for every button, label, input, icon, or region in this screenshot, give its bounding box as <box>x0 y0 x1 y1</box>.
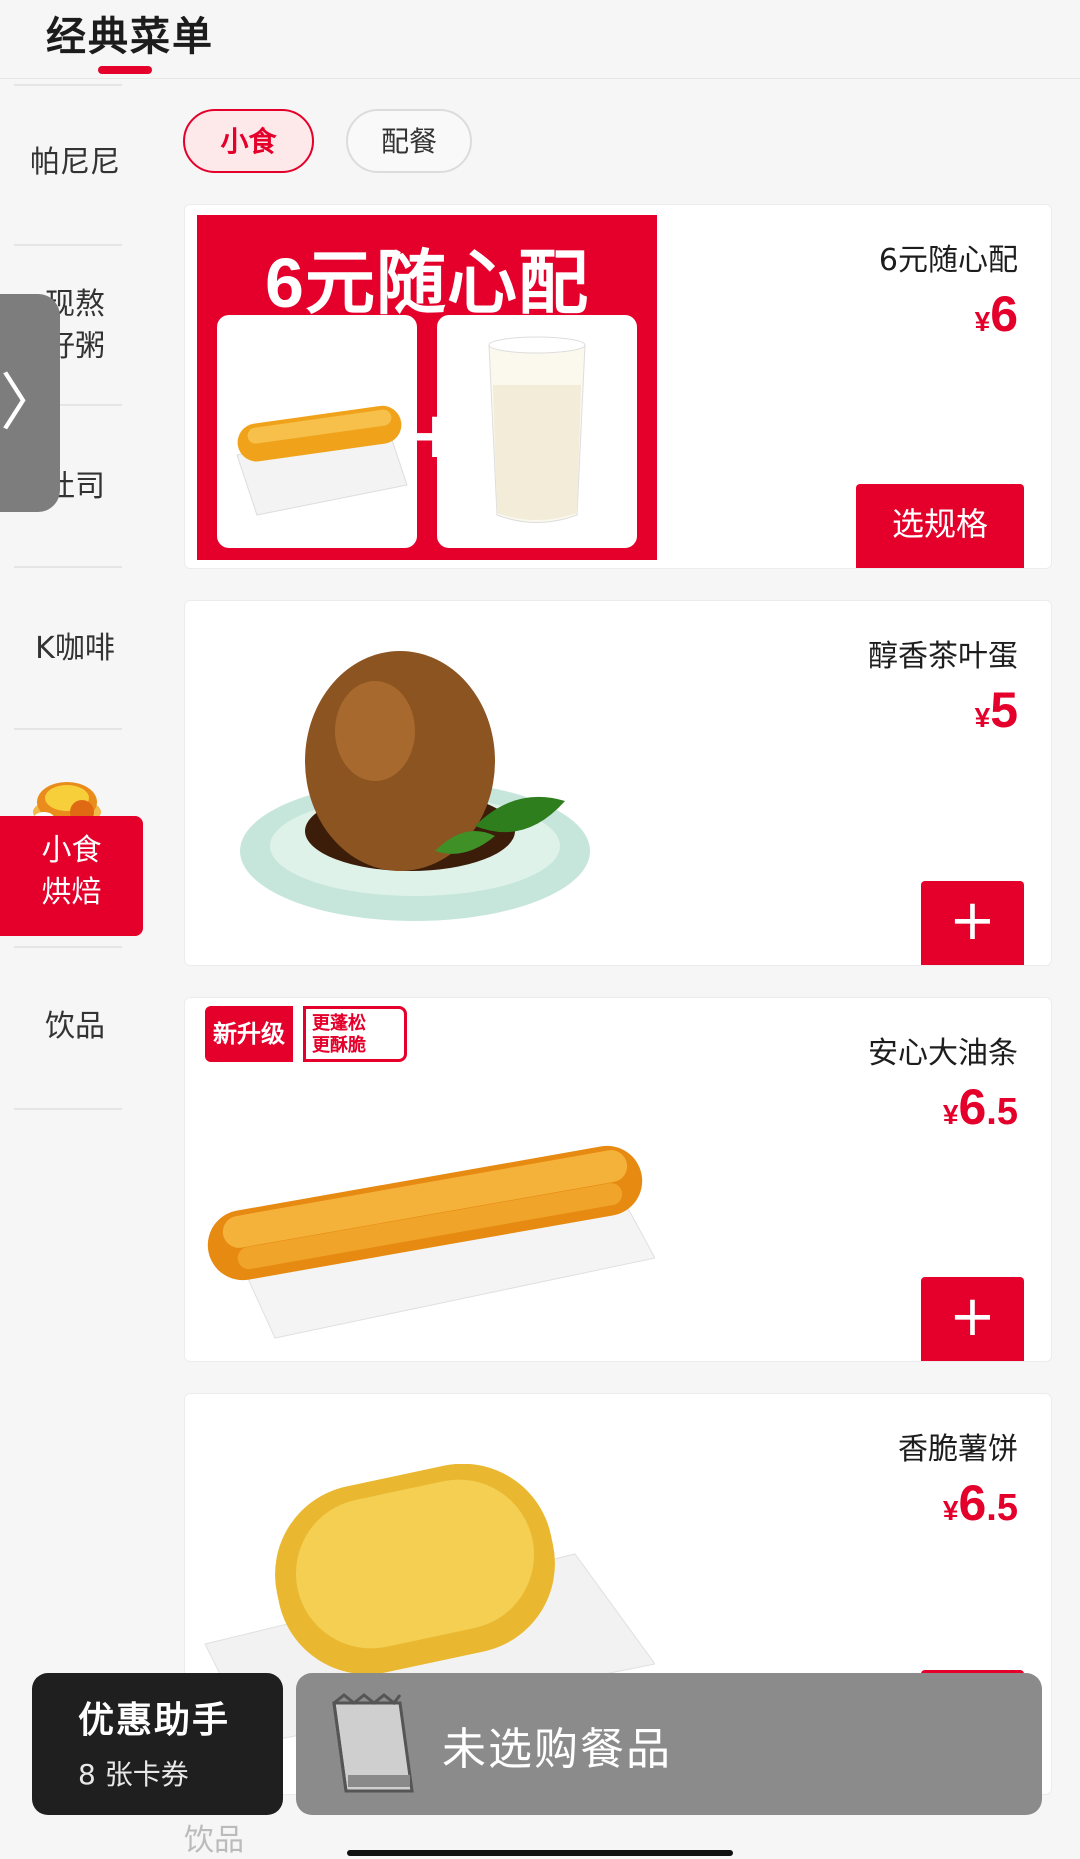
sidebar-divider <box>14 728 122 730</box>
sidebar-item-label: 烘焙 <box>41 875 102 910</box>
sidebar-divider <box>14 566 122 568</box>
cart-bar[interactable]: 未选购餐品 <box>296 1673 1042 1815</box>
sidebar-divider <box>14 244 122 246</box>
price-currency: ¥ <box>942 1099 959 1130</box>
price-integer: 6 <box>958 1475 987 1531</box>
product-name: 6元随心配 <box>878 243 1018 278</box>
product-card[interactable]: 醇香茶叶蛋 ¥5 + <box>184 600 1052 966</box>
product-name: 香脆薯饼 <box>898 1432 1018 1467</box>
coupon-helper-button[interactable]: 优惠助手 8 张卡券 <box>32 1673 283 1815</box>
peek-category-label: 饮品 <box>184 1823 244 1858</box>
filter-chip-label: 配餐 <box>380 125 437 158</box>
price-currency: ¥ <box>974 306 991 337</box>
cart-empty-text: 未选购餐品 <box>442 1724 672 1775</box>
shopping-bag-icon <box>332 1693 414 1793</box>
price-decimal: .5 <box>986 1487 1018 1529</box>
badge-sub-line: 更酥脆 <box>312 1035 366 1056</box>
sidebar-item-coffee[interactable]: K咖啡 <box>0 628 150 670</box>
sidebar-divider <box>14 946 122 948</box>
sidebar-toggle-handle[interactable]: 〉 <box>0 294 63 512</box>
coupon-title: 优惠助手 <box>78 1700 231 1741</box>
sidebar-item-label: 小食 <box>41 833 102 868</box>
chevron-right-icon: 〉 <box>0 366 63 439</box>
filter-chip-combo[interactable]: 配餐 <box>346 109 472 173</box>
plus-icon: + <box>949 888 996 953</box>
sidebar-divider <box>14 1108 122 1110</box>
select-spec-button[interactable]: 选规格 <box>856 484 1024 568</box>
home-indicator <box>347 1850 733 1856</box>
product-price: ¥6.5 <box>943 1474 1018 1532</box>
product-name: 醇香茶叶蛋 <box>868 639 1018 674</box>
upgrade-badge: 新升级 更蓬松 更酥脆 <box>205 1006 410 1068</box>
page-title[interactable]: 经典菜单 <box>46 4 214 62</box>
product-card[interactable]: 6元随心配 + 6元随心配 ¥6 选规格 <box>184 204 1052 569</box>
product-image <box>207 1145 655 1339</box>
add-to-cart-button[interactable]: + <box>921 1277 1024 1361</box>
price-currency: ¥ <box>942 1495 959 1526</box>
badge-main-text: 新升级 <box>205 1006 293 1062</box>
price-integer: 6 <box>990 286 1018 342</box>
price-integer: 6 <box>958 1079 987 1135</box>
sidebar-divider <box>14 84 122 86</box>
page-header: 经典菜单 <box>0 0 1080 79</box>
product-price: ¥6 <box>975 285 1018 343</box>
promo-item-box <box>437 315 637 548</box>
promo-image-title: 6元随心配 <box>265 244 589 322</box>
sidebar-item-panini[interactable]: 帕尼尼 <box>0 142 150 184</box>
price-decimal: .5 <box>986 1091 1018 1133</box>
filter-chip-label: 小食 <box>220 125 277 158</box>
add-to-cart-button[interactable]: + <box>921 881 1024 965</box>
product-name: 安心大油条 <box>868 1036 1018 1071</box>
price-currency: ¥ <box>974 702 991 733</box>
sidebar-item-snacks-bakery[interactable]: 小食 烘焙 <box>0 816 143 936</box>
product-image <box>240 651 590 921</box>
filter-chip-snacks[interactable]: 小食 <box>183 109 314 173</box>
product-price: ¥5 <box>975 681 1018 739</box>
price-integer: 5 <box>990 682 1018 738</box>
badge-sub-line: 更蓬松 <box>312 1013 366 1034</box>
sidebar-item-drinks[interactable]: 饮品 <box>0 1006 150 1048</box>
youtiao-image <box>236 405 408 516</box>
coupon-count: 8 张卡券 <box>78 1758 189 1791</box>
product-card[interactable]: 新升级 更蓬松 更酥脆 安心大油条 ¥6.5 + <box>184 997 1052 1362</box>
product-price: ¥6.5 <box>943 1078 1018 1136</box>
sidebar-item-label: 饮品 <box>45 1009 105 1044</box>
badge-sub-text: 更蓬松 更酥脆 <box>303 1006 407 1062</box>
sidebar-item-label: K咖啡 <box>35 631 115 666</box>
product-image: 6元随心配 + <box>197 215 657 560</box>
sidebar-item-label: 帕尼尼 <box>30 145 120 180</box>
title-active-indicator <box>98 66 152 74</box>
plus-icon: + <box>949 1284 996 1349</box>
promo-item-box <box>217 315 417 548</box>
soymilk-image <box>488 336 586 523</box>
